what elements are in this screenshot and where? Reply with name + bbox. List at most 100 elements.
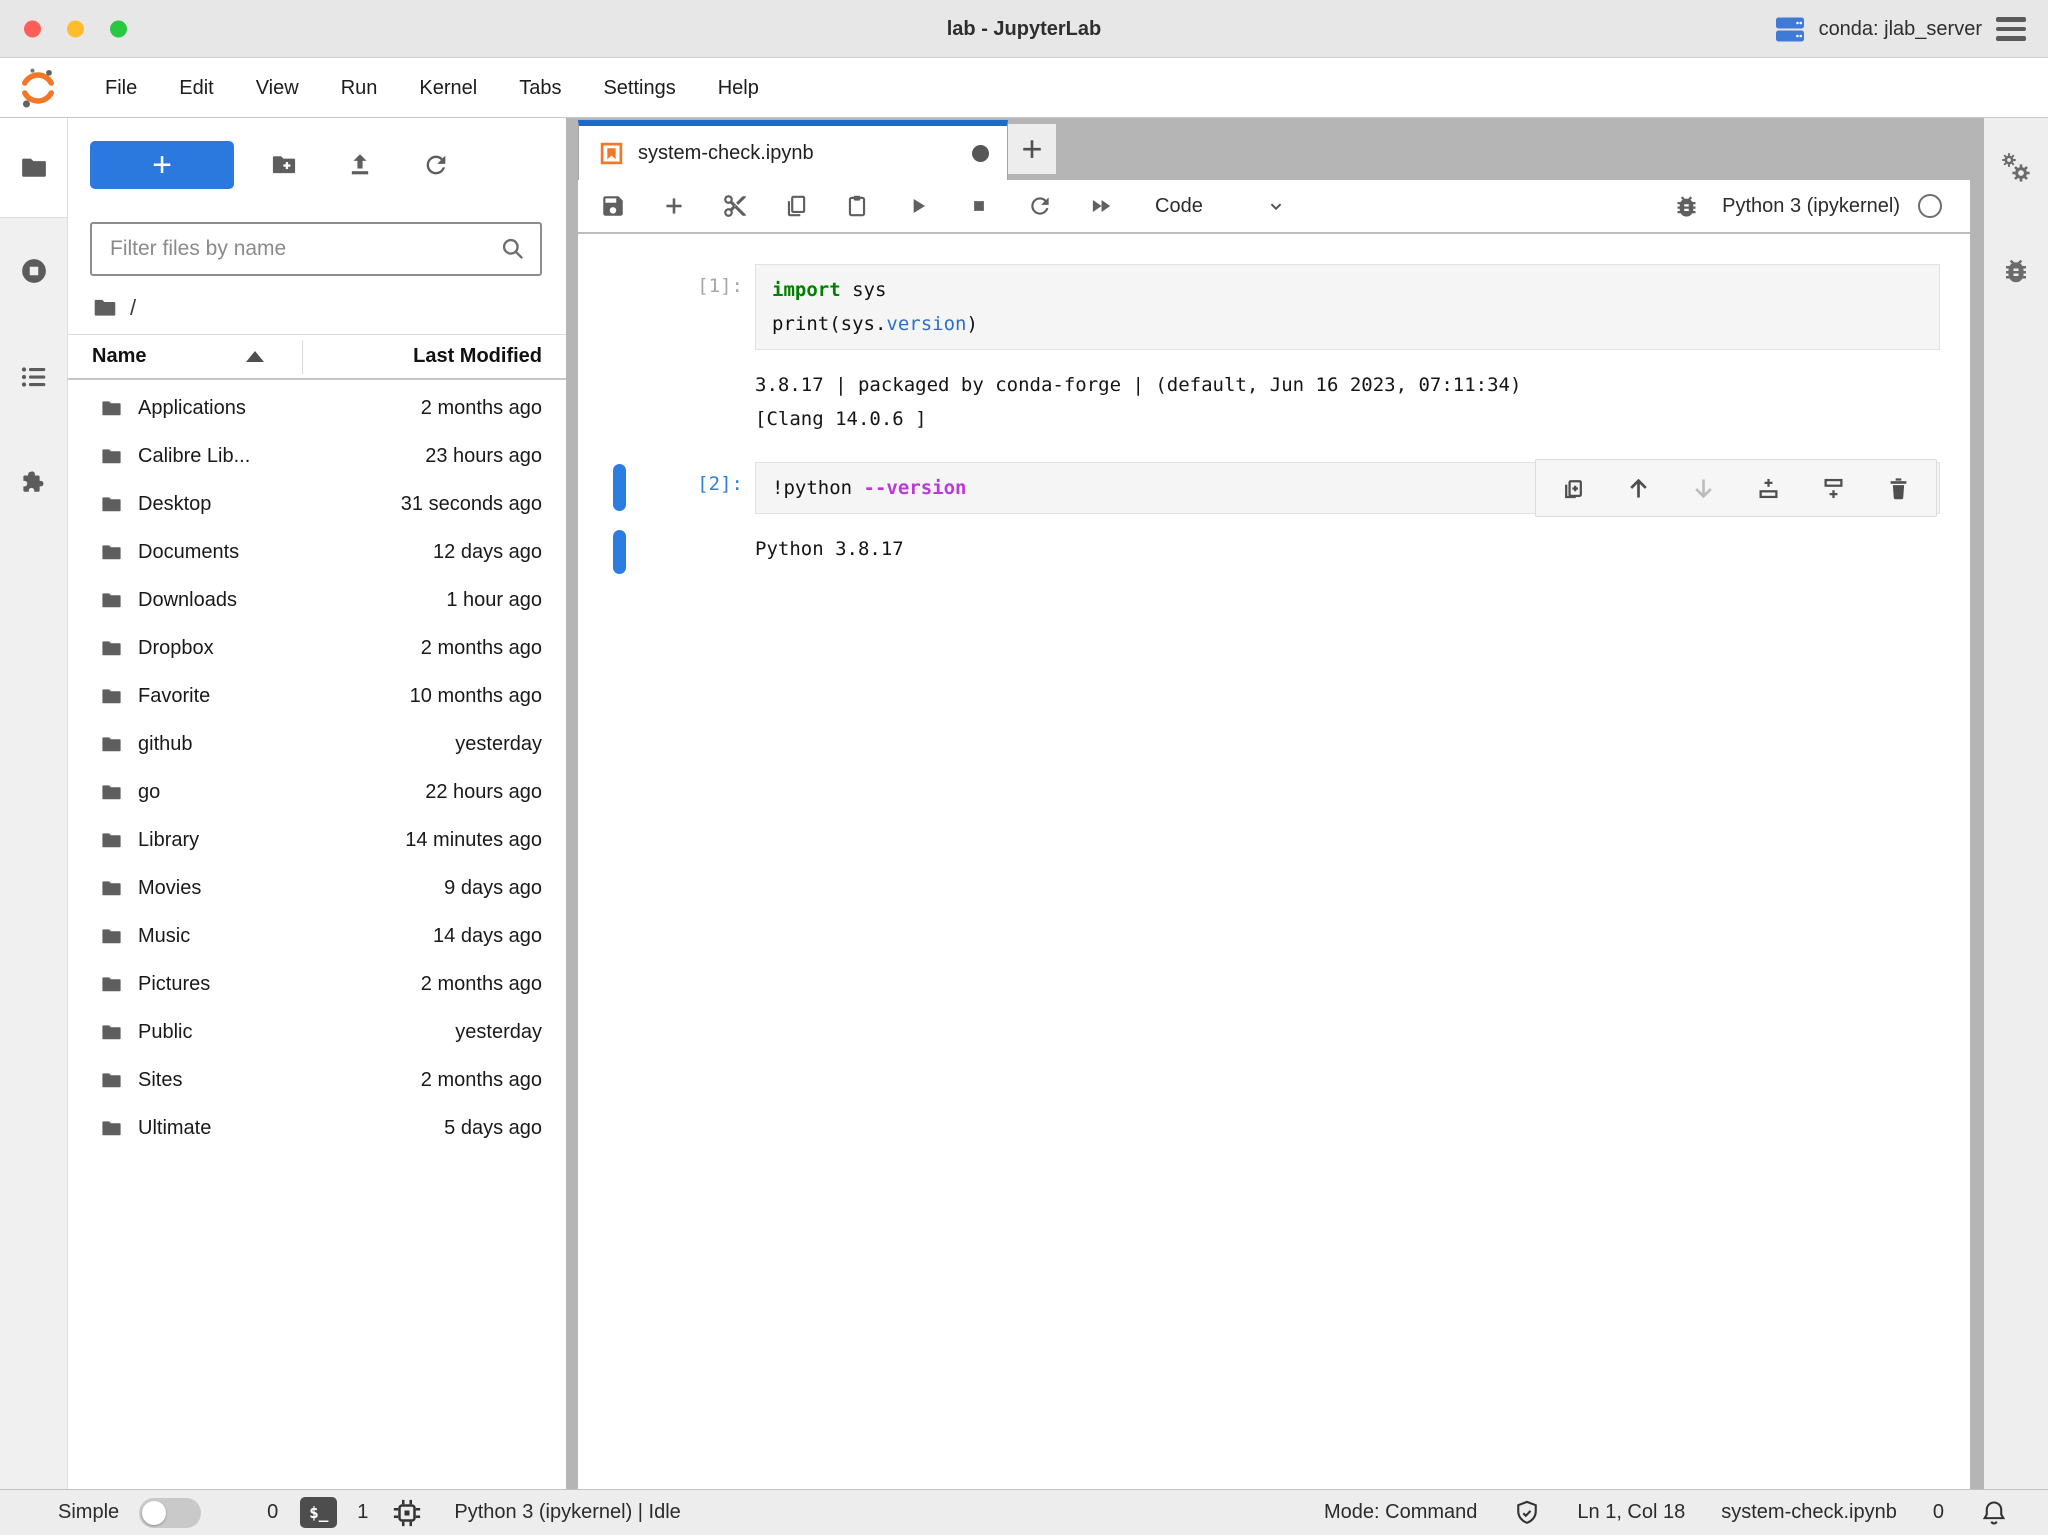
breadcrumb: / (68, 282, 566, 334)
hamburger-menu-icon[interactable] (1996, 17, 2026, 41)
file-row[interactable]: Favorite10 months ago (68, 672, 566, 720)
cut-cells-button[interactable] (722, 193, 748, 219)
menu-item-tabs[interactable]: Tabs (498, 58, 582, 118)
sidebar-tab-toc[interactable] (0, 324, 67, 430)
file-row[interactable]: Sites2 months ago (68, 1056, 566, 1104)
cell-type-select[interactable]: Code (1155, 195, 1203, 218)
file-modified: yesterday (455, 733, 542, 756)
menu-item-kernel[interactable]: Kernel (398, 58, 498, 118)
menu-item-settings[interactable]: Settings (582, 58, 696, 118)
file-row[interactable]: Calibre Lib...23 hours ago (68, 432, 566, 480)
file-row[interactable]: Music14 days ago (68, 912, 566, 960)
copy-cells-button[interactable] (783, 193, 809, 219)
code-token: --version (864, 477, 967, 499)
file-row[interactable]: Documents12 days ago (68, 528, 566, 576)
interrupt-kernel-button[interactable] (966, 193, 992, 219)
insert-cell-below-button[interactable] (1820, 475, 1847, 502)
file-name: Public (138, 1021, 192, 1044)
right-sidebar (1984, 118, 2048, 1489)
panel-splitter-right[interactable] (1970, 118, 1984, 1489)
file-modified: 2 months ago (421, 1069, 542, 1092)
restart-kernel-button[interactable] (1027, 193, 1053, 219)
cell-2-input[interactable]: !python --version (755, 462, 1940, 514)
file-row[interactable]: Ultimate5 days ago (68, 1104, 566, 1152)
menu-item-edit[interactable]: Edit (158, 58, 234, 118)
run-cell-button[interactable] (905, 193, 931, 219)
file-name: github (138, 733, 193, 756)
kernel-status-text[interactable]: Python 3 (ipykernel) | Idle (454, 1501, 680, 1524)
new-tab-button[interactable]: + (1008, 124, 1056, 174)
kernel-chip-icon[interactable] (392, 1498, 422, 1528)
insert-cell-above-button[interactable] (1755, 475, 1782, 502)
sidebar-tab-debugger[interactable] (2001, 218, 2031, 324)
file-name: Calibre Lib... (138, 445, 250, 468)
kernel-status-icon[interactable] (1918, 194, 1942, 218)
terminal-count: 0 (267, 1501, 278, 1524)
menu-item-help[interactable]: Help (697, 58, 780, 118)
file-browser-panel: + (68, 118, 566, 1489)
file-row[interactable]: Dropbox2 months ago (68, 624, 566, 672)
menu-item-file[interactable]: File (84, 58, 158, 118)
cursor-position[interactable]: Ln 1, Col 18 (1577, 1501, 1685, 1524)
active-output-collapser[interactable] (613, 530, 626, 574)
upload-button[interactable] (346, 151, 374, 179)
duplicate-cell-button[interactable] (1560, 475, 1587, 502)
file-row[interactable]: Applications2 months ago (68, 384, 566, 432)
cell-1-input[interactable]: import sys print(sys.version) (755, 264, 1940, 350)
save-button[interactable] (600, 193, 626, 219)
simple-mode-toggle[interactable] (139, 1498, 201, 1528)
column-header-modified[interactable]: Last Modified (303, 345, 542, 368)
refresh-file-list-button[interactable] (422, 151, 450, 179)
debugger-icon[interactable] (1673, 193, 1700, 220)
search-icon (500, 236, 526, 262)
sidebar-tab-file-browser[interactable] (0, 118, 67, 218)
kernel-name-button[interactable]: Python 3 (ipykernel) (1722, 195, 1900, 218)
file-list-header: Name Last Modified (68, 334, 566, 380)
panel-splitter[interactable] (566, 118, 578, 1489)
folder-icon (100, 493, 123, 516)
bell-icon[interactable] (1980, 1499, 2008, 1527)
file-row[interactable]: github yesterday (68, 720, 566, 768)
terminal-icon[interactable]: $_ (300, 1497, 337, 1528)
tab-system-check-notebook[interactable]: system-check.ipynb (578, 120, 1008, 180)
file-filter-input[interactable] (110, 237, 500, 261)
move-down-icon (1690, 475, 1717, 502)
file-row[interactable]: go22 hours ago (68, 768, 566, 816)
menu-item-run[interactable]: Run (320, 58, 399, 118)
file-row[interactable]: Library14 minutes ago (68, 816, 566, 864)
new-launcher-button[interactable]: + (90, 141, 234, 189)
cell-collapser[interactable] (613, 266, 626, 347)
sidebar-tab-property-inspector[interactable] (1999, 118, 2033, 218)
paste-cells-button[interactable] (844, 193, 870, 219)
restart-run-all-button[interactable] (1088, 193, 1114, 219)
file-name: Downloads (138, 589, 237, 612)
code-cell-2[interactable]: [2]: !python --version (578, 462, 1970, 514)
output-line: [Clang 14.0.6 ] (755, 402, 1521, 436)
column-header-name[interactable]: Name (92, 345, 146, 368)
file-row[interactable]: Downloads1 hour ago (68, 576, 566, 624)
file-row[interactable]: Movies9 days ago (68, 864, 566, 912)
breadcrumb-root[interactable]: / (130, 295, 136, 321)
sidebar-tab-running[interactable] (0, 218, 67, 324)
move-cell-up-button[interactable] (1625, 475, 1652, 502)
add-cell-button[interactable] (661, 193, 687, 219)
unsaved-changes-dot[interactable] (972, 145, 989, 162)
file-row[interactable]: Publicyesterday (68, 1008, 566, 1056)
shield-check-icon[interactable] (1513, 1499, 1541, 1527)
folder-icon[interactable] (92, 295, 118, 321)
file-row[interactable]: Pictures2 months ago (68, 960, 566, 1008)
delete-cell-button[interactable] (1885, 475, 1912, 502)
file-browser-toolbar: + (68, 118, 566, 206)
active-file-name[interactable]: system-check.ipynb (1721, 1501, 1897, 1524)
chevron-down-icon[interactable] (1265, 195, 1287, 217)
sidebar-tab-extensions[interactable] (0, 430, 67, 536)
menu-item-view[interactable]: View (235, 58, 320, 118)
file-row[interactable]: Desktop31 seconds ago (68, 480, 566, 528)
output-collapser[interactable] (613, 366, 626, 433)
mode-indicator[interactable]: Mode: Command (1324, 1501, 1477, 1524)
code-cell-1[interactable]: [1]: import sys print(sys.version) (578, 264, 1970, 350)
active-cell-collapser[interactable] (613, 464, 626, 511)
folder-icon (100, 685, 123, 708)
new-folder-button[interactable] (270, 151, 298, 179)
move-cell-down-button[interactable] (1690, 475, 1717, 502)
